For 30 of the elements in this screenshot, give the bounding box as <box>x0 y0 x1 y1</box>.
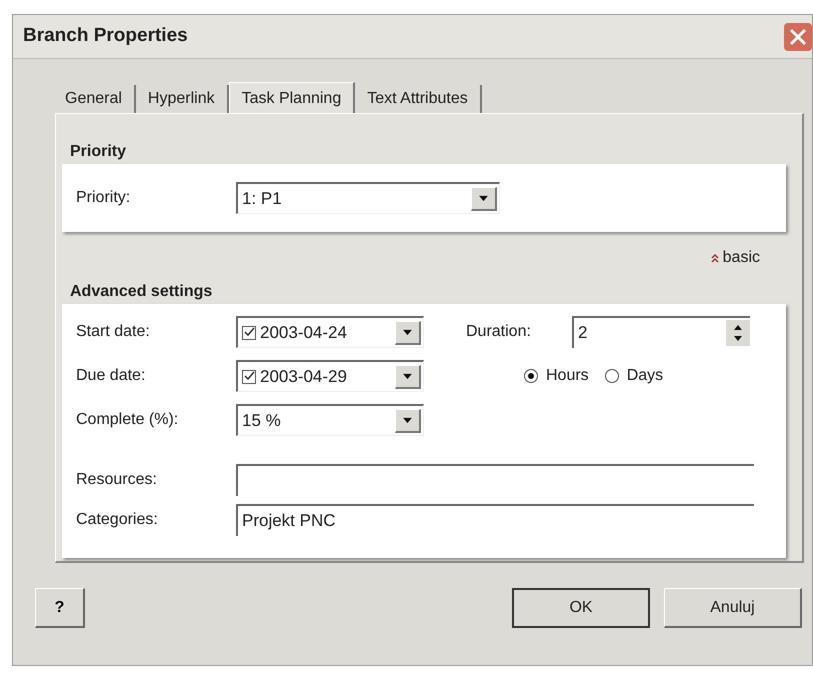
window-title: Branch Properties <box>23 24 188 48</box>
field-label: Priority: <box>76 188 132 208</box>
radio-button[interactable] <box>604 369 619 383</box>
duration-spinner[interactable]: 2 <box>572 316 750 348</box>
section-heading: Priority <box>70 142 128 162</box>
checkbox[interactable] <box>242 326 256 340</box>
checkbox[interactable] <box>242 370 256 384</box>
double-chevron-up-icon <box>710 253 719 263</box>
help-button[interactable]: ? <box>35 588 85 628</box>
tab[interactable]: Task Planning <box>228 82 356 114</box>
field-label: Categories: <box>76 510 159 530</box>
close-icon[interactable] <box>784 22 812 50</box>
field-label: Duration: <box>466 322 532 342</box>
dialog-button[interactable]: OK <box>512 588 650 628</box>
field-label: Resources: <box>76 470 158 490</box>
categories-field[interactable]: Projekt PNC <box>236 504 754 536</box>
radio-label: Days <box>626 366 664 386</box>
section-heading: Advanced settings <box>70 282 214 302</box>
dropdown-field[interactable]: 2003-04-29 <box>236 360 424 392</box>
dialog-button[interactable]: Anuluj <box>664 588 802 628</box>
field-label: Start date: <box>76 322 151 342</box>
dropdown-field[interactable]: 2003-04-24 <box>236 316 424 348</box>
field-label: Complete (%): <box>76 410 180 430</box>
dropdown-field[interactable]: 15 % <box>236 404 424 436</box>
radio-button[interactable] <box>524 369 538 383</box>
dropdown-field[interactable]: 1: P1 <box>236 182 500 214</box>
basic-link[interactable]: basic <box>710 246 760 270</box>
spinner-arrows-icon <box>726 320 750 346</box>
radio-label: Hours <box>546 366 589 386</box>
field-label: Due date: <box>76 366 146 386</box>
